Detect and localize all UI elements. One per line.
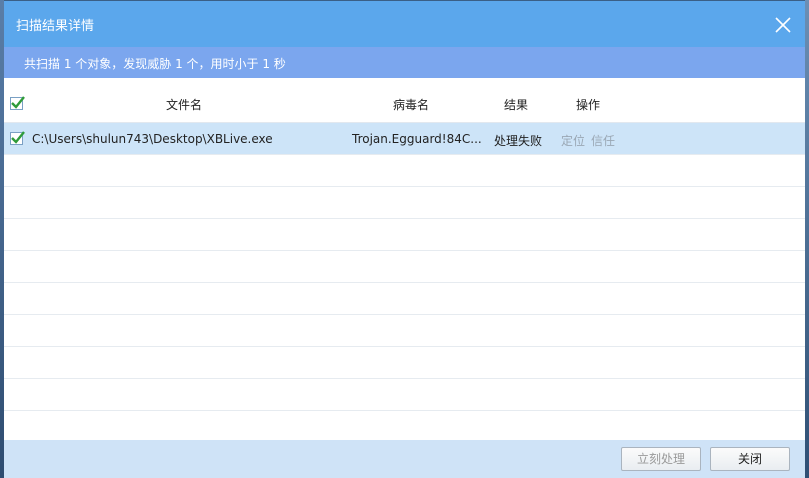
trust-link[interactable]: 信任 bbox=[591, 132, 615, 149]
process-now-button[interactable]: 立刻处理 bbox=[621, 447, 701, 471]
table-row[interactable]: C:\Users\shulun743\Desktop\XBLive.exe Tr… bbox=[4, 123, 805, 155]
column-header-virus[interactable]: 病毒名 bbox=[393, 96, 429, 113]
table-header: 文件名 病毒名 结果 操作 bbox=[4, 86, 805, 123]
empty-row bbox=[4, 347, 805, 379]
title-bar: 扫描结果详情 bbox=[4, 1, 805, 47]
checkmark-icon bbox=[11, 131, 25, 144]
select-all-checkbox[interactable] bbox=[10, 96, 25, 110]
empty-row bbox=[4, 379, 805, 411]
empty-row bbox=[4, 315, 805, 347]
empty-row bbox=[4, 219, 805, 251]
empty-row bbox=[4, 251, 805, 283]
scan-summary-bar: 共扫描 1 个对象，发现威胁 1 个，用时小于 1 秒 bbox=[4, 47, 805, 78]
checkmark-icon bbox=[11, 96, 25, 109]
empty-row bbox=[4, 187, 805, 219]
close-button[interactable] bbox=[771, 13, 795, 37]
row-checkbox[interactable] bbox=[10, 131, 25, 145]
empty-row bbox=[4, 283, 805, 315]
scan-result-dialog: 扫描结果详情 共扫描 1 个对象，发现威胁 1 个，用时小于 1 秒 文件名 病… bbox=[4, 1, 805, 478]
column-header-action: 操作 bbox=[576, 98, 601, 112]
column-header-file[interactable]: 文件名 bbox=[166, 96, 202, 113]
row-file-path: C:\Users\shulun743\Desktop\XBLive.exe bbox=[32, 132, 273, 146]
empty-row bbox=[4, 411, 805, 443]
locate-link[interactable]: 定位 bbox=[561, 132, 585, 149]
empty-row bbox=[4, 155, 805, 187]
scan-summary-text: 共扫描 1 个对象，发现威胁 1 个，用时小于 1 秒 bbox=[24, 57, 286, 71]
close-icon bbox=[775, 17, 791, 33]
row-virus-name: Trojan.Egguard!84C... bbox=[352, 132, 482, 146]
dialog-title: 扫描结果详情 bbox=[16, 19, 95, 34]
desktop-background-right bbox=[805, 0, 809, 478]
column-header-result[interactable]: 结果 bbox=[504, 96, 528, 113]
row-result: 处理失败 bbox=[494, 134, 543, 148]
dialog-footer: 立刻处理 关闭 bbox=[4, 440, 805, 478]
result-list: C:\Users\shulun743\Desktop\XBLive.exe Tr… bbox=[4, 123, 805, 443]
close-dialog-button[interactable]: 关闭 bbox=[710, 447, 790, 471]
